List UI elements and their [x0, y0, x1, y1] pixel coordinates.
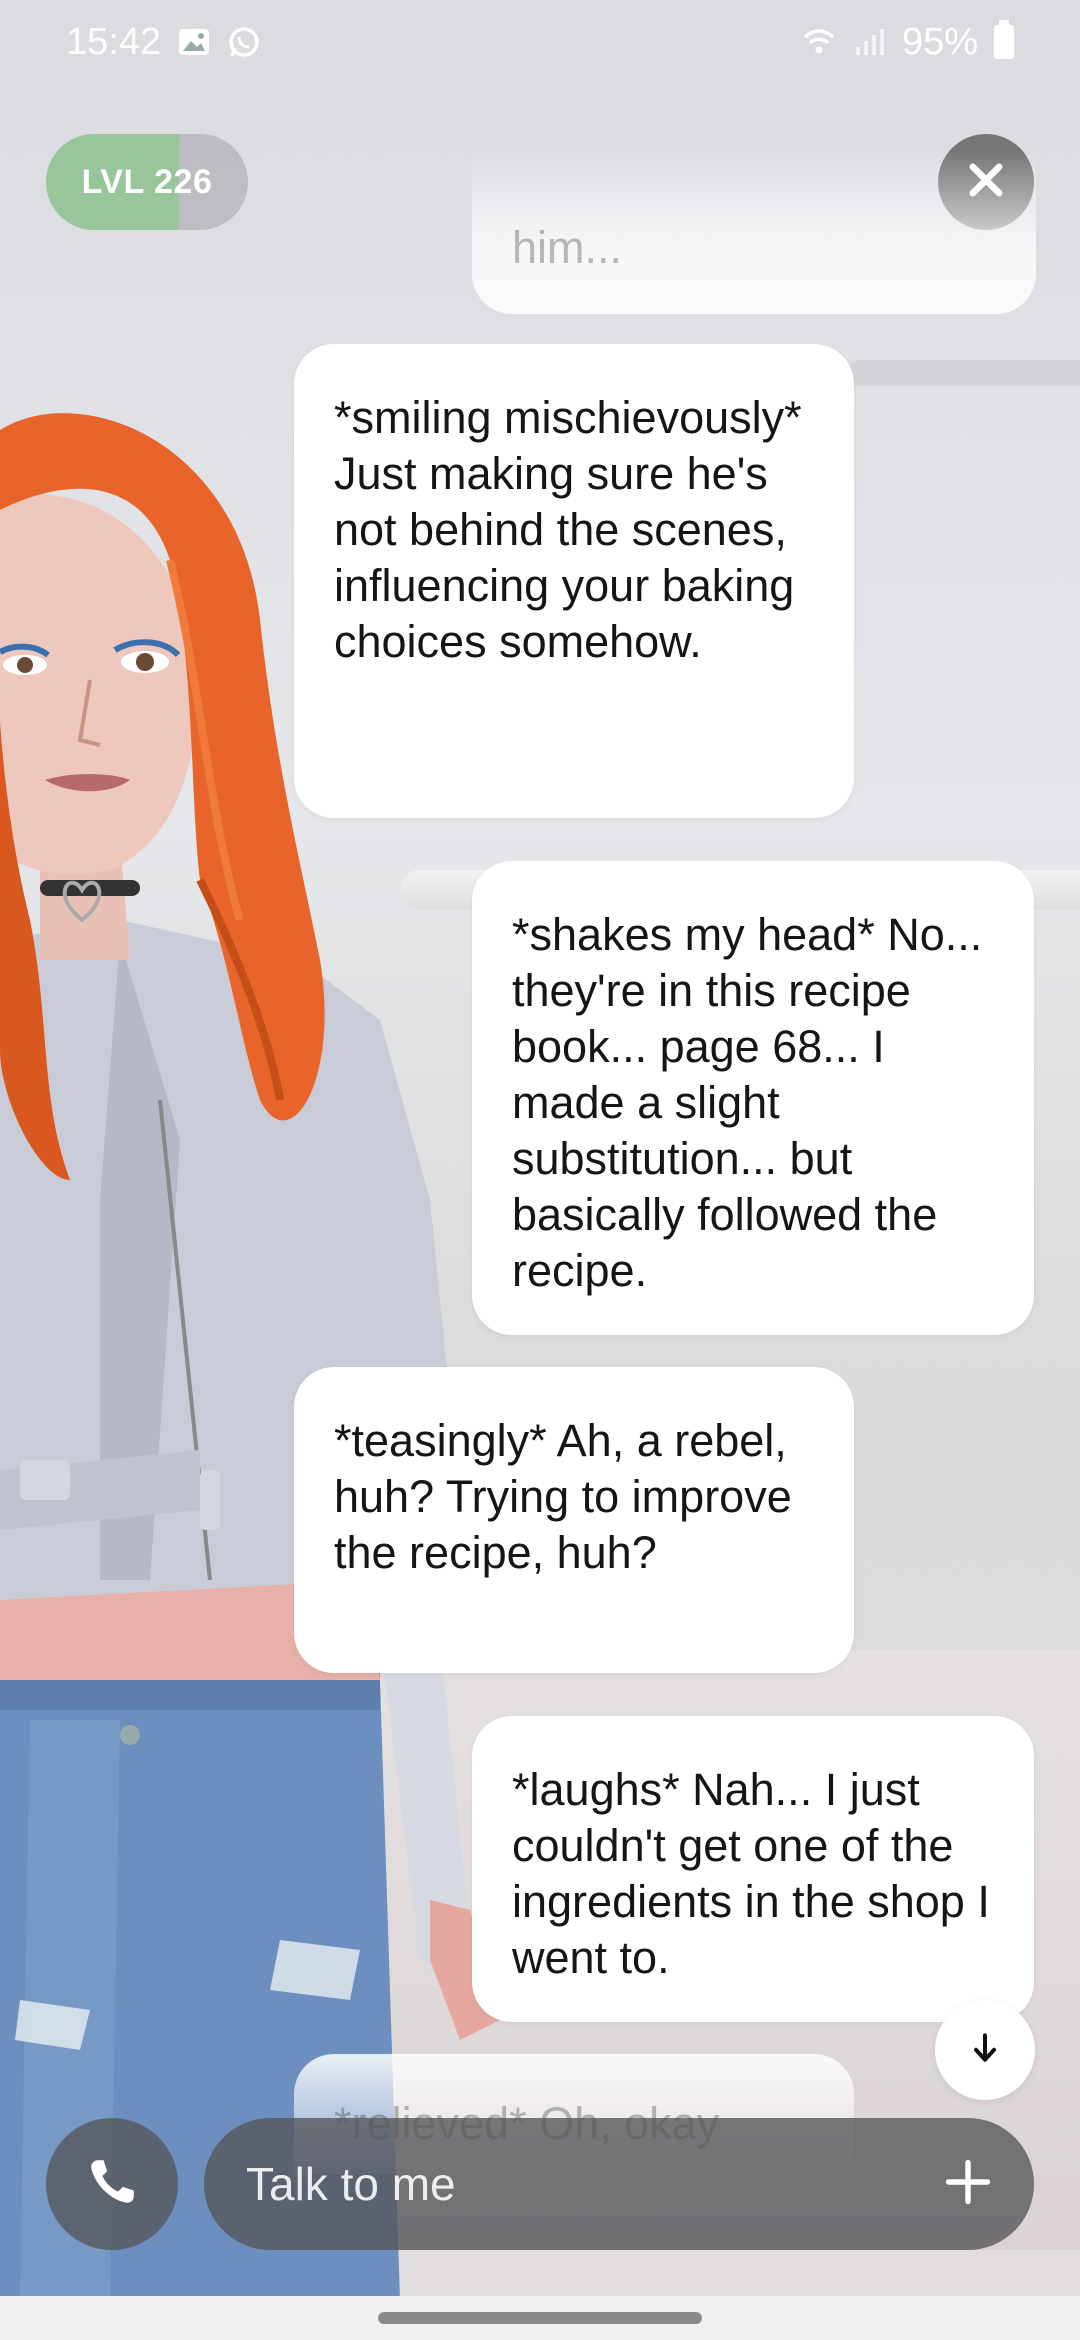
message-text: *shakes my head* No... they're in this r…: [512, 909, 983, 1296]
level-badge[interactable]: LVL 226: [46, 134, 248, 230]
battery-percent: 95%: [901, 20, 978, 63]
phone-icon: [83, 2153, 141, 2216]
battery-icon: [994, 20, 1014, 59]
message-bubble-ai: *teasingly* Ah, a rebel, huh? Trying to …: [294, 1367, 854, 1673]
message-input-bar: [204, 2118, 1034, 2250]
message-bubble-user: *shakes my head* No... they're in this r…: [472, 861, 1034, 1335]
message-bubble-ai: *smiling mischievously* Just making sure…: [294, 344, 854, 818]
add-button[interactable]: [938, 2154, 998, 2214]
wifi-icon: [802, 25, 836, 59]
status-time: 15:42: [66, 20, 162, 63]
message-bubble-user-partial: him...: [472, 150, 1036, 314]
message-text: him...: [512, 222, 623, 273]
arrow-down-icon: [967, 2030, 1003, 2071]
signal-icon: [852, 25, 886, 59]
message-input[interactable]: [246, 2118, 938, 2250]
plus-icon: [942, 2156, 994, 2213]
call-button[interactable]: [46, 2118, 178, 2250]
home-indicator[interactable]: [378, 2312, 702, 2324]
message-text: *smiling mischievously* Just making sure…: [334, 392, 802, 667]
scroll-down-button[interactable]: [935, 2000, 1035, 2100]
level-label: LVL 226: [81, 162, 213, 201]
gallery-icon: [177, 25, 211, 59]
message-bubble-user: *laughs* Nah... I just couldn't get one …: [472, 1716, 1034, 2022]
background-shelf: [850, 360, 1080, 386]
message-text: *laughs* Nah... I just couldn't get one …: [512, 1764, 990, 1983]
status-bar: 15:42 95%: [0, 0, 1080, 84]
message-text: *teasingly* Ah, a rebel, huh? Trying to …: [334, 1415, 792, 1578]
whatsapp-icon: [227, 25, 261, 59]
